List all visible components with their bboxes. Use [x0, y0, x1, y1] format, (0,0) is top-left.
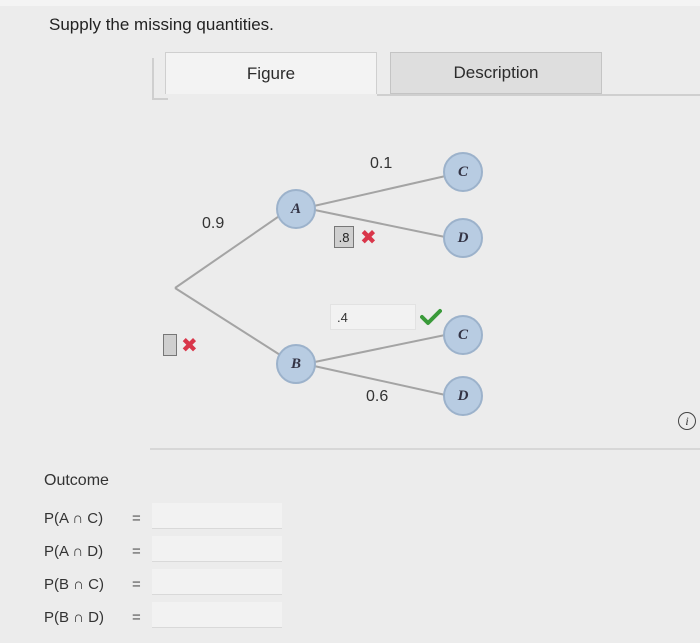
node-a-c: C	[443, 152, 483, 192]
branch-b-c	[304, 333, 451, 365]
node-a-d: D	[443, 218, 483, 258]
outcome-label-bd: P(B ∩ D)	[44, 609, 104, 626]
branch-a-d	[304, 207, 451, 239]
prob-b-input[interactable]	[163, 334, 177, 356]
prob-b-c-input[interactable]: .4	[330, 304, 416, 330]
node-b-d: D	[443, 376, 483, 416]
equals-sign: =	[132, 510, 141, 527]
branch-a-c	[304, 174, 451, 209]
outcome-header: Outcome	[44, 472, 109, 489]
equals-sign: =	[132, 543, 141, 560]
prob-b-d-label: 0.6	[366, 388, 389, 405]
equals-sign: =	[132, 576, 141, 593]
node-b: B	[276, 344, 316, 384]
outcome-input-bd[interactable]	[152, 602, 282, 628]
prob-a-label: 0.9	[202, 215, 225, 232]
node-a: A	[276, 189, 316, 229]
prob-a-d-input[interactable]: .8	[334, 226, 354, 248]
outcome-label-ad: P(A ∩ D)	[44, 543, 104, 560]
outcome-input-bc[interactable]	[152, 569, 282, 595]
incorrect-icon-b: ✖	[181, 335, 198, 357]
node-b-c: C	[443, 315, 483, 355]
incorrect-icon-a-d: ✖	[360, 227, 377, 249]
correct-check-icon	[420, 309, 442, 325]
info-icon[interactable]: i	[678, 412, 696, 430]
section-divider	[150, 448, 700, 450]
prob-a-c-label: 0.1	[370, 155, 393, 172]
outcome-input-ad[interactable]	[152, 536, 282, 562]
equals-sign: =	[132, 609, 141, 626]
outcome-input-ac[interactable]	[152, 503, 282, 529]
outcome-label-bc: P(B ∩ C)	[44, 576, 104, 593]
outcome-label-ac: P(A ∩ C)	[44, 510, 104, 527]
branch-start-a	[174, 209, 289, 289]
